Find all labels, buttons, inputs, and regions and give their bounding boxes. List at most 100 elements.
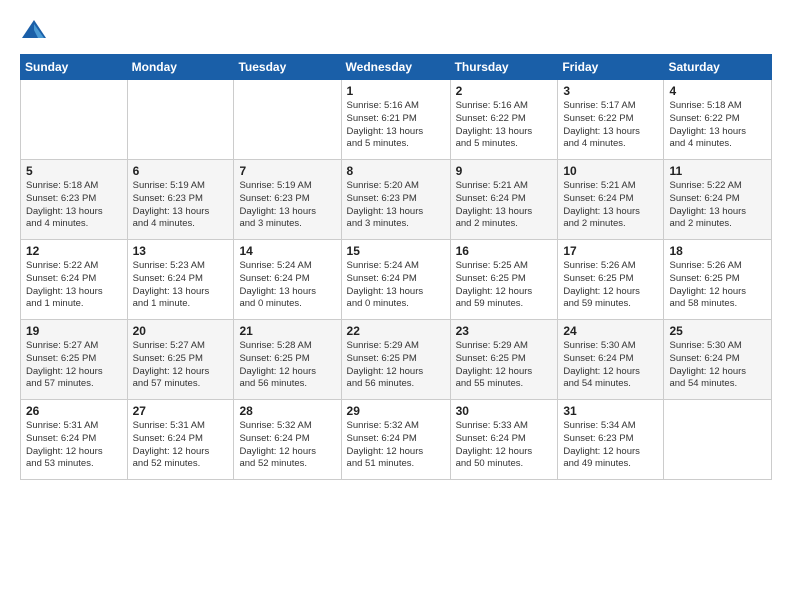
day-number: 4: [669, 84, 766, 98]
day-info: Sunrise: 5:24 AM Sunset: 6:24 PM Dayligh…: [239, 260, 335, 311]
day-number: 21: [239, 324, 335, 338]
day-number: 10: [563, 164, 658, 178]
day-cell: 1 Sunrise: 5:16 AM Sunset: 6:21 PM Daylig…: [341, 80, 450, 160]
calendar: SundayMondayTuesdayWednesdayThursdayFrid…: [20, 54, 772, 480]
day-number: 11: [669, 164, 766, 178]
week-row-3: 12 Sunrise: 5:22 AM Sunset: 6:24 PM Dayli…: [21, 240, 772, 320]
day-info: Sunrise: 5:21 AM Sunset: 6:24 PM Dayligh…: [563, 180, 658, 231]
day-number: 19: [26, 324, 122, 338]
day-cell: [234, 80, 341, 160]
day-number: 28: [239, 404, 335, 418]
day-cell: 11 Sunrise: 5:22 AM Sunset: 6:24 PM Dayli…: [664, 160, 772, 240]
day-cell: 23Sunrise: 5:29 AM Sunset: 6:25 PM Dayli…: [450, 320, 558, 400]
day-cell: 3Sunrise: 5:17 AM Sunset: 6:22 PM Daylig…: [558, 80, 664, 160]
page: SundayMondayTuesdayWednesdayThursdayFrid…: [0, 0, 792, 612]
day-cell: 19 Sunrise: 5:27 AM Sunset: 6:25 PM Dayli…: [21, 320, 128, 400]
week-row-4: 19 Sunrise: 5:27 AM Sunset: 6:25 PM Dayli…: [21, 320, 772, 400]
day-header-tuesday: Tuesday: [234, 55, 341, 80]
day-info: Sunrise: 5:21 AM Sunset: 6:24 PM Dayligh…: [456, 180, 553, 231]
day-cell: 25 Sunrise: 5:30 AM Sunset: 6:24 PM Dayli…: [664, 320, 772, 400]
day-cell: 9 Sunrise: 5:21 AM Sunset: 6:24 PM Daylig…: [450, 160, 558, 240]
day-info: Sunrise: 5:27 AM Sunset: 6:25 PM Dayligh…: [26, 340, 122, 391]
day-number: 1: [347, 84, 445, 98]
day-number: 22: [347, 324, 445, 338]
day-cell: 14 Sunrise: 5:24 AM Sunset: 6:24 PM Dayli…: [234, 240, 341, 320]
day-number: 16: [456, 244, 553, 258]
day-cell: 4 Sunrise: 5:18 AM Sunset: 6:22 PM Daylig…: [664, 80, 772, 160]
day-number: 18: [669, 244, 766, 258]
day-info: Sunrise: 5:20 AM Sunset: 6:23 PM Dayligh…: [347, 180, 445, 231]
day-cell: 17Sunrise: 5:26 AM Sunset: 6:25 PM Dayli…: [558, 240, 664, 320]
day-info: Sunrise: 5:28 AM Sunset: 6:25 PM Dayligh…: [239, 340, 335, 391]
day-cell: 7 Sunrise: 5:19 AM Sunset: 6:23 PM Daylig…: [234, 160, 341, 240]
day-cell: 12 Sunrise: 5:22 AM Sunset: 6:24 PM Dayli…: [21, 240, 128, 320]
day-info: Sunrise: 5:33 AM Sunset: 6:24 PM Dayligh…: [456, 420, 553, 471]
logo: [20, 16, 52, 44]
day-number: 20: [133, 324, 229, 338]
day-number: 27: [133, 404, 229, 418]
day-cell: 15 Sunrise: 5:24 AM Sunset: 6:24 PM Dayli…: [341, 240, 450, 320]
day-number: 24: [563, 324, 658, 338]
day-info: Sunrise: 5:19 AM Sunset: 6:23 PM Dayligh…: [239, 180, 335, 231]
day-header-wednesday: Wednesday: [341, 55, 450, 80]
day-info: Sunrise: 5:26 AM Sunset: 6:25 PM Dayligh…: [563, 260, 658, 311]
header: [20, 16, 772, 44]
day-number: 5: [26, 164, 122, 178]
day-cell: 22 Sunrise: 5:29 AM Sunset: 6:25 PM Dayli…: [341, 320, 450, 400]
day-cell: 27 Sunrise: 5:31 AM Sunset: 6:24 PM Dayli…: [127, 400, 234, 480]
day-info: Sunrise: 5:32 AM Sunset: 6:24 PM Dayligh…: [347, 420, 445, 471]
day-info: Sunrise: 5:31 AM Sunset: 6:24 PM Dayligh…: [26, 420, 122, 471]
day-info: Sunrise: 5:19 AM Sunset: 6:23 PM Dayligh…: [133, 180, 229, 231]
day-cell: 5 Sunrise: 5:18 AM Sunset: 6:23 PM Daylig…: [21, 160, 128, 240]
day-cell: 13 Sunrise: 5:23 AM Sunset: 6:24 PM Dayli…: [127, 240, 234, 320]
day-cell: 6 Sunrise: 5:19 AM Sunset: 6:23 PM Daylig…: [127, 160, 234, 240]
day-number: 7: [239, 164, 335, 178]
day-number: 26: [26, 404, 122, 418]
day-cell: [664, 400, 772, 480]
day-number: 6: [133, 164, 229, 178]
day-cell: 21 Sunrise: 5:28 AM Sunset: 6:25 PM Dayli…: [234, 320, 341, 400]
day-info: Sunrise: 5:16 AM Sunset: 6:21 PM Dayligh…: [347, 100, 445, 151]
day-cell: 29 Sunrise: 5:32 AM Sunset: 6:24 PM Dayli…: [341, 400, 450, 480]
day-info: Sunrise: 5:26 AM Sunset: 6:25 PM Dayligh…: [669, 260, 766, 311]
day-number: 14: [239, 244, 335, 258]
day-number: 2: [456, 84, 553, 98]
day-info: Sunrise: 5:22 AM Sunset: 6:24 PM Dayligh…: [26, 260, 122, 311]
days-header-row: SundayMondayTuesdayWednesdayThursdayFrid…: [21, 55, 772, 80]
day-header-friday: Friday: [558, 55, 664, 80]
day-info: Sunrise: 5:30 AM Sunset: 6:24 PM Dayligh…: [563, 340, 658, 391]
day-cell: 16 Sunrise: 5:25 AM Sunset: 6:25 PM Dayli…: [450, 240, 558, 320]
day-info: Sunrise: 5:31 AM Sunset: 6:24 PM Dayligh…: [133, 420, 229, 471]
day-info: Sunrise: 5:32 AM Sunset: 6:24 PM Dayligh…: [239, 420, 335, 471]
day-number: 25: [669, 324, 766, 338]
day-info: Sunrise: 5:27 AM Sunset: 6:25 PM Dayligh…: [133, 340, 229, 391]
week-row-2: 5 Sunrise: 5:18 AM Sunset: 6:23 PM Daylig…: [21, 160, 772, 240]
day-info: Sunrise: 5:24 AM Sunset: 6:24 PM Dayligh…: [347, 260, 445, 311]
week-row-5: 26 Sunrise: 5:31 AM Sunset: 6:24 PM Dayli…: [21, 400, 772, 480]
day-info: Sunrise: 5:29 AM Sunset: 6:25 PM Dayligh…: [347, 340, 445, 391]
day-info: Sunrise: 5:25 AM Sunset: 6:25 PM Dayligh…: [456, 260, 553, 311]
day-info: Sunrise: 5:18 AM Sunset: 6:22 PM Dayligh…: [669, 100, 766, 151]
day-info: Sunrise: 5:30 AM Sunset: 6:24 PM Dayligh…: [669, 340, 766, 391]
day-number: 12: [26, 244, 122, 258]
day-number: 9: [456, 164, 553, 178]
day-number: 31: [563, 404, 658, 418]
day-info: Sunrise: 5:22 AM Sunset: 6:24 PM Dayligh…: [669, 180, 766, 231]
day-number: 13: [133, 244, 229, 258]
day-info: Sunrise: 5:34 AM Sunset: 6:23 PM Dayligh…: [563, 420, 658, 471]
week-row-1: 1 Sunrise: 5:16 AM Sunset: 6:21 PM Daylig…: [21, 80, 772, 160]
day-number: 29: [347, 404, 445, 418]
day-cell: 28 Sunrise: 5:32 AM Sunset: 6:24 PM Dayli…: [234, 400, 341, 480]
day-cell: 31 Sunrise: 5:34 AM Sunset: 6:23 PM Dayli…: [558, 400, 664, 480]
day-header-thursday: Thursday: [450, 55, 558, 80]
day-cell: 10 Sunrise: 5:21 AM Sunset: 6:24 PM Dayli…: [558, 160, 664, 240]
day-info: Sunrise: 5:17 AM Sunset: 6:22 PM Dayligh…: [563, 100, 658, 151]
day-number: 23: [456, 324, 553, 338]
day-cell: 30Sunrise: 5:33 AM Sunset: 6:24 PM Dayli…: [450, 400, 558, 480]
day-cell: 8Sunrise: 5:20 AM Sunset: 6:23 PM Daylig…: [341, 160, 450, 240]
day-info: Sunrise: 5:18 AM Sunset: 6:23 PM Dayligh…: [26, 180, 122, 231]
day-info: Sunrise: 5:23 AM Sunset: 6:24 PM Dayligh…: [133, 260, 229, 311]
day-cell: [21, 80, 128, 160]
day-number: 15: [347, 244, 445, 258]
day-cell: 2Sunrise: 5:16 AM Sunset: 6:22 PM Daylig…: [450, 80, 558, 160]
